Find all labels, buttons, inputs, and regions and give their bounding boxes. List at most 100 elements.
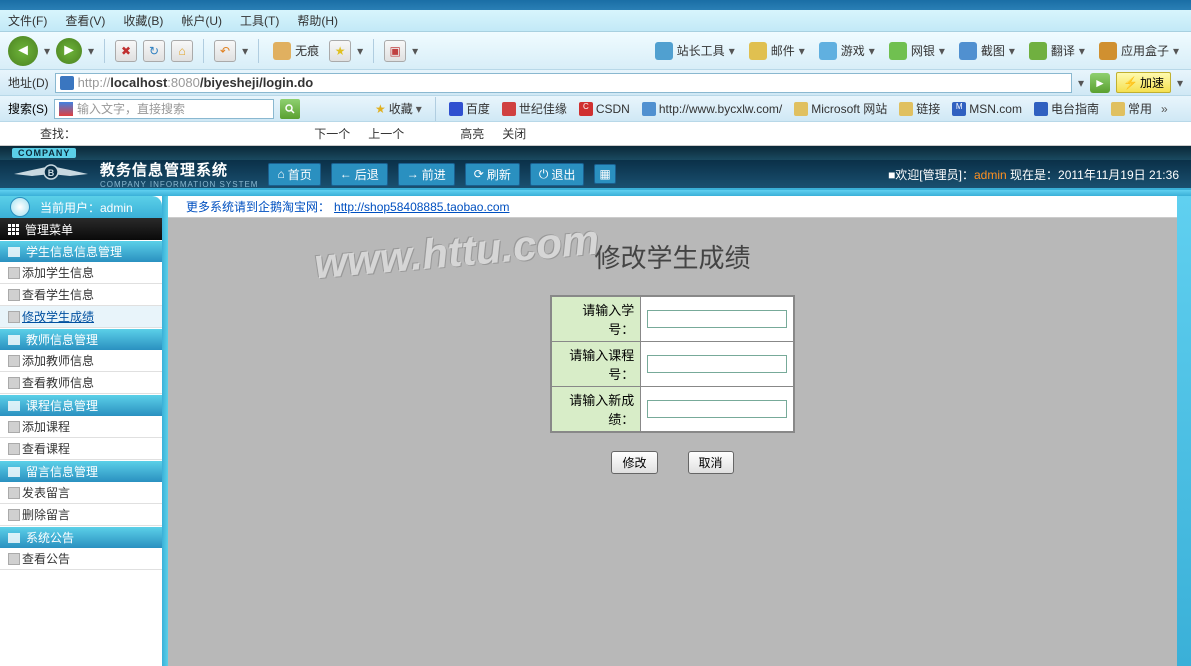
mail-tool[interactable]: 邮件▾ bbox=[745, 40, 809, 62]
game-tool[interactable]: 游戏▾ bbox=[815, 40, 879, 62]
app-header-top: COMPANY bbox=[0, 146, 1191, 160]
bookmark-csdn[interactable]: CCSDN bbox=[576, 102, 633, 116]
undo-button[interactable]: ↶ bbox=[214, 40, 236, 62]
find-close[interactable]: 关闭 bbox=[502, 125, 526, 142]
search-go[interactable] bbox=[280, 99, 300, 119]
star-dropdown[interactable]: ▾ bbox=[357, 44, 363, 58]
bookmark-radio[interactable]: 电台指南 bbox=[1031, 100, 1102, 117]
item-add-course[interactable]: 添加课程 bbox=[0, 416, 162, 438]
menu-fav[interactable]: 收藏(B) bbox=[123, 12, 163, 29]
browser-toolbar: ◄ ▾ ► ▾ ✖ ↻ ⌂ ↶ ▾ 无痕 ★ ▾ ▣ ▾ 站长工具▾ 邮件▾ 游… bbox=[0, 32, 1191, 70]
address-input[interactable]: http://localhost:8080/biyesheji/login.do bbox=[55, 73, 1072, 93]
popup-button[interactable]: ▣ bbox=[384, 40, 406, 62]
menu-header: 管理菜单 bbox=[0, 218, 162, 240]
undo-dropdown[interactable]: ▾ bbox=[242, 44, 248, 58]
item-view-course[interactable]: 查看课程 bbox=[0, 438, 162, 460]
item-add-student[interactable]: 添加学生信息 bbox=[0, 262, 162, 284]
favorites-button[interactable]: ★收藏▾ bbox=[372, 100, 425, 117]
bookmark-microsoft[interactable]: Microsoft 网站 bbox=[791, 100, 890, 117]
input-course-id[interactable] bbox=[647, 355, 787, 373]
translate-tool[interactable]: 翻译▾ bbox=[1025, 40, 1089, 62]
bookmark-common[interactable]: 常用 bbox=[1108, 100, 1155, 117]
star-button[interactable]: ★ bbox=[329, 40, 351, 62]
nav-home[interactable]: ⌂首页 bbox=[268, 163, 320, 186]
notice-link[interactable]: http://shop58408885.taobao.com bbox=[334, 200, 509, 214]
item-edit-grade[interactable]: 修改学生成绩 bbox=[0, 306, 162, 328]
cat-student[interactable]: 学生信息信息管理 bbox=[0, 240, 162, 262]
menu-file[interactable]: 文件(F) bbox=[8, 12, 47, 29]
coin-icon bbox=[889, 42, 907, 60]
bookmark-jiayuan[interactable]: 世纪佳缘 bbox=[499, 100, 570, 117]
input-student-id[interactable] bbox=[647, 310, 787, 328]
item-post-msg[interactable]: 发表留言 bbox=[0, 482, 162, 504]
incognito-button[interactable]: 无痕 bbox=[269, 40, 323, 62]
submit-button[interactable]: 修改 bbox=[611, 451, 657, 474]
bookmark-baidu[interactable]: 百度 bbox=[446, 100, 493, 117]
item-view-teacher[interactable]: 查看教师信息 bbox=[0, 372, 162, 394]
label-course-id: 请输入课程号： bbox=[551, 342, 641, 387]
star-icon: ★ bbox=[375, 102, 386, 116]
nav-exit[interactable]: ⏻退出 bbox=[530, 163, 585, 186]
bookmark-msn[interactable]: MMSN.com bbox=[949, 102, 1025, 116]
back-dropdown[interactable]: ▾ bbox=[44, 44, 50, 58]
fwd-dropdown[interactable]: ▾ bbox=[88, 44, 94, 58]
folder-icon bbox=[899, 102, 913, 116]
accelerate-button[interactable]: ⚡加速 bbox=[1116, 72, 1171, 93]
find-label: 查找： bbox=[40, 125, 76, 142]
item-del-msg[interactable]: 删除留言 bbox=[0, 504, 162, 526]
bookmark-bycxlw[interactable]: http://www.bycxlw.com/ bbox=[639, 102, 785, 116]
svg-text:B: B bbox=[48, 168, 55, 178]
home-button[interactable]: ⌂ bbox=[171, 40, 193, 62]
bolt-icon: ⚡ bbox=[1123, 76, 1138, 90]
company-tag: COMPANY bbox=[12, 148, 76, 158]
cat-course[interactable]: 课程信息管理 bbox=[0, 394, 162, 416]
cat-message[interactable]: 留言信息管理 bbox=[0, 460, 162, 482]
find-next[interactable]: 下一个 bbox=[314, 125, 350, 142]
notice-prefix: 更多系统请到企鹅淘宝网： bbox=[186, 198, 330, 215]
item-view-student[interactable]: 查看学生信息 bbox=[0, 284, 162, 306]
popup-dropdown[interactable]: ▾ bbox=[412, 44, 418, 58]
item-add-teacher[interactable]: 添加教师信息 bbox=[0, 350, 162, 372]
appbox-tool[interactable]: 应用盒子▾ bbox=[1095, 40, 1183, 62]
addr-dropdown[interactable]: ▾ bbox=[1078, 76, 1084, 90]
mail-icon bbox=[749, 42, 767, 60]
cat-notice[interactable]: 系统公告 bbox=[0, 526, 162, 548]
window-icon: ▦ bbox=[599, 167, 610, 181]
item-view-notice[interactable]: 查看公告 bbox=[0, 548, 162, 570]
app-subtitle: COMPANY INFORMATION SYSTEM bbox=[100, 180, 258, 189]
nav-back[interactable]: ←后退 bbox=[331, 163, 388, 186]
find-highlight[interactable]: 高亮 bbox=[460, 125, 484, 142]
menu-account[interactable]: 帐户(U) bbox=[181, 12, 222, 29]
go-button[interactable]: ► bbox=[1090, 73, 1110, 93]
forward-button[interactable]: ► bbox=[56, 38, 82, 64]
nav-refresh[interactable]: ⟳刷新 bbox=[465, 163, 520, 186]
nav-forward[interactable]: →前进 bbox=[398, 163, 455, 186]
bank-tool[interactable]: 网银▾ bbox=[885, 40, 949, 62]
search-input[interactable]: 输入文字，直接搜索 bbox=[54, 99, 274, 119]
stop-button[interactable]: ✖ bbox=[115, 40, 137, 62]
menu-help[interactable]: 帮助(H) bbox=[297, 12, 338, 29]
nav-extra[interactable]: ▦ bbox=[594, 164, 615, 184]
list-icon bbox=[8, 467, 20, 477]
input-new-grade[interactable] bbox=[647, 400, 787, 418]
browser-menubar: 文件(F) 查看(V) 收藏(B) 帐户(U) 工具(T) 帮助(H) bbox=[0, 10, 1191, 32]
screenshot-tool[interactable]: 截图▾ bbox=[955, 40, 1019, 62]
cancel-button[interactable]: 取消 bbox=[688, 451, 734, 474]
menu-tools[interactable]: 工具(T) bbox=[240, 12, 279, 29]
bookmarks-more[interactable]: » bbox=[1161, 102, 1168, 116]
sidebar: 当前用户：admin 管理菜单 学生信息信息管理 添加学生信息 查看学生信息 修… bbox=[0, 196, 162, 666]
gamepad-icon bbox=[819, 42, 837, 60]
search-label: 搜索(S) bbox=[8, 100, 48, 117]
list-icon bbox=[8, 533, 20, 543]
content-area: 更多系统请到企鹅淘宝网： http://shop58408885.taobao.… bbox=[168, 196, 1177, 666]
menu-view[interactable]: 查看(V) bbox=[65, 12, 105, 29]
list-icon bbox=[8, 401, 20, 411]
refresh-button[interactable]: ↻ bbox=[143, 40, 165, 62]
webmaster-tool[interactable]: 站长工具▾ bbox=[651, 40, 739, 62]
bookmark-links[interactable]: 链接 bbox=[896, 100, 943, 117]
cat-teacher[interactable]: 教师信息管理 bbox=[0, 328, 162, 350]
find-prev[interactable]: 上一个 bbox=[368, 125, 404, 142]
ie-icon bbox=[60, 76, 74, 90]
accel-dropdown[interactable]: ▾ bbox=[1177, 76, 1183, 90]
back-button[interactable]: ◄ bbox=[8, 36, 38, 66]
